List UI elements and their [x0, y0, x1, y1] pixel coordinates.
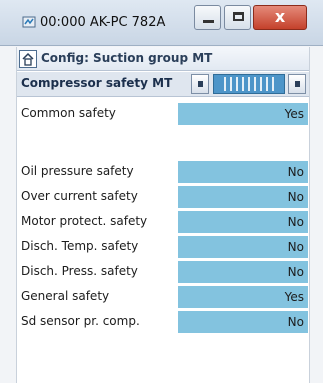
maximize-icon — [233, 12, 244, 21]
list-item[interactable]: Disch. Press. safety No — [17, 261, 309, 283]
list-item[interactable]: Common safety Yes — [17, 103, 309, 125]
row-value[interactable]: No — [178, 261, 308, 283]
next-button[interactable] — [288, 74, 306, 94]
minimize-button[interactable] — [194, 5, 221, 30]
list-item[interactable]: Sd sensor pr. comp. No — [17, 311, 309, 333]
list-item[interactable]: Disch. Temp. safety No — [17, 236, 309, 258]
list-item[interactable]: Over current safety No — [17, 186, 309, 208]
row-label: Oil pressure safety — [21, 164, 134, 178]
home-button[interactable] — [19, 50, 37, 68]
row-value[interactable]: Yes — [178, 286, 308, 308]
row-label: Disch. Press. safety — [21, 264, 138, 278]
app-icon — [22, 16, 36, 28]
minimize-icon — [203, 20, 214, 23]
row-label: Disch. Temp. safety — [21, 239, 139, 253]
close-button[interactable]: x — [253, 5, 307, 30]
arrow-right-icon — [295, 81, 300, 87]
list-item[interactable]: Motor protect. safety No — [17, 211, 309, 233]
row-value[interactable]: No — [178, 161, 308, 183]
list-item[interactable]: General safety Yes — [17, 286, 309, 308]
row-value[interactable]: No — [178, 186, 308, 208]
arrow-left-icon — [198, 81, 203, 87]
page-scroll-bar[interactable] — [213, 74, 285, 94]
row-value[interactable]: No — [178, 211, 308, 233]
group-title: Compressor safety MT — [21, 76, 173, 90]
content-panel: Config: Suction group MT Compressor safe… — [16, 47, 310, 383]
title-bar: 00:000 AK-PC 782A x — [0, 0, 323, 46]
home-icon — [22, 52, 34, 66]
row-label: General safety — [21, 289, 110, 303]
app-window: 00:000 AK-PC 782A x Config: Suction grou… — [0, 0, 323, 383]
list-item[interactable]: Oil pressure safety No — [17, 161, 309, 183]
row-label: Common safety — [21, 106, 116, 120]
window-title: 00:000 AK-PC 782A — [40, 15, 166, 30]
group-header: Compressor safety MT — [17, 72, 309, 97]
config-title: Config: Suction group MT — [41, 51, 213, 65]
maximize-button[interactable] — [224, 5, 251, 30]
config-header: Config: Suction group MT — [17, 47, 309, 71]
row-value[interactable]: Yes — [178, 103, 308, 125]
row-label: Over current safety — [21, 189, 138, 203]
row-value[interactable]: No — [178, 236, 308, 258]
close-icon: x — [274, 7, 286, 26]
previous-button[interactable] — [191, 74, 209, 94]
scroll-grip — [224, 77, 274, 91]
row-label: Sd sensor pr. comp. — [21, 314, 140, 328]
row-value[interactable]: No — [178, 311, 308, 333]
row-label: Motor protect. safety — [21, 214, 148, 228]
